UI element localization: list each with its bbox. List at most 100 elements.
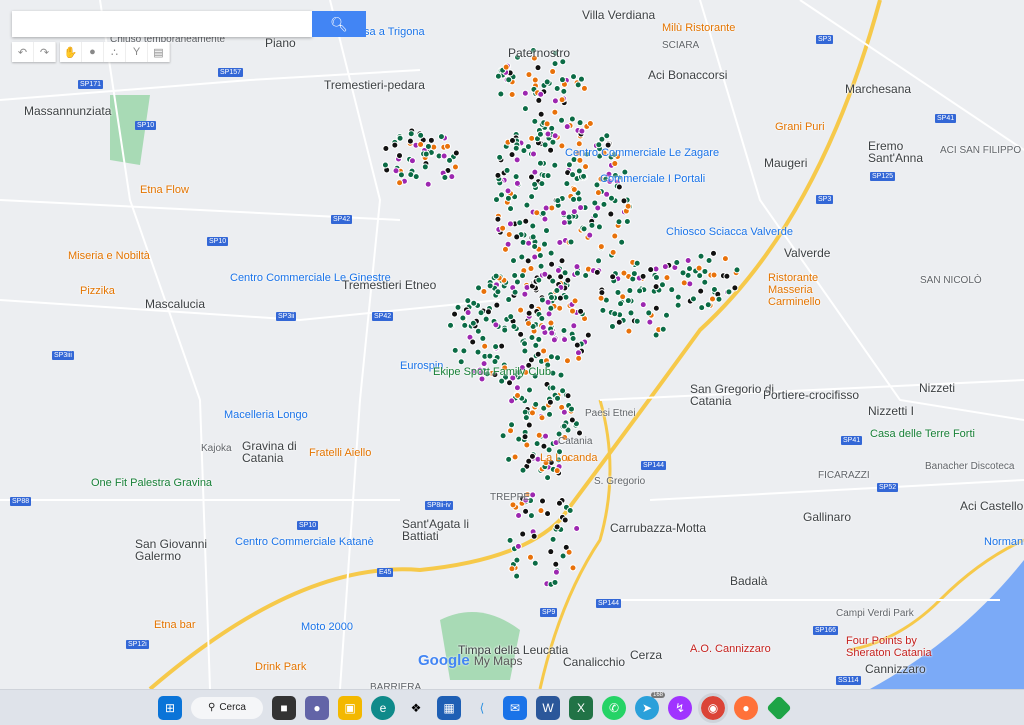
map-marker[interactable] — [547, 319, 555, 327]
map-marker[interactable] — [447, 321, 455, 329]
map-marker[interactable] — [549, 277, 557, 285]
map-marker[interactable] — [524, 257, 532, 265]
map-marker[interactable] — [560, 408, 568, 416]
map-marker[interactable] — [522, 217, 530, 225]
map-place-label[interactable]: BARRIERA — [370, 682, 421, 689]
map-marker[interactable] — [510, 322, 518, 330]
map-marker[interactable] — [646, 318, 654, 326]
map-marker[interactable] — [451, 163, 459, 171]
map-marker[interactable] — [511, 271, 519, 279]
map-marker[interactable] — [492, 272, 500, 280]
map-marker[interactable] — [513, 179, 521, 187]
telegram-icon[interactable]: ➤ 168 — [635, 691, 665, 720]
map-marker[interactable] — [520, 147, 528, 155]
map-marker[interactable] — [474, 327, 482, 335]
map-place-label[interactable]: Campi Verdi Park — [836, 608, 914, 619]
map-marker[interactable] — [451, 310, 459, 318]
map-marker[interactable] — [609, 273, 617, 281]
map-place-label[interactable]: Nizzeti — [919, 381, 955, 395]
map-place-label[interactable]: SAN NICOLÒ — [920, 275, 982, 286]
map-marker[interactable] — [689, 295, 697, 303]
map-marker[interactable] — [695, 264, 703, 272]
map-marker[interactable] — [623, 218, 631, 226]
map-marker[interactable] — [530, 532, 538, 540]
map-marker[interactable] — [556, 294, 564, 302]
map-marker[interactable] — [538, 296, 546, 304]
map-place-label[interactable]: Four Points by Sheraton Catania — [846, 635, 936, 659]
map-marker[interactable] — [577, 75, 585, 83]
map-marker[interactable] — [595, 257, 603, 265]
map-marker[interactable] — [536, 159, 544, 167]
map-marker[interactable] — [526, 386, 534, 394]
map-marker[interactable] — [626, 287, 634, 295]
map-marker[interactable] — [563, 123, 571, 131]
map-place-label[interactable]: A.O. Cannizzaro — [690, 643, 771, 655]
map-marker[interactable] — [531, 76, 539, 84]
ruler-icon[interactable]: ▤ — [148, 42, 170, 62]
map-marker[interactable] — [630, 270, 638, 278]
map-marker[interactable] — [538, 180, 546, 188]
map-marker[interactable] — [544, 130, 552, 138]
map-marker[interactable] — [551, 97, 559, 105]
map-marker[interactable] — [507, 427, 515, 435]
map-marker[interactable] — [565, 161, 573, 169]
map-marker[interactable] — [492, 196, 500, 204]
map-marker[interactable] — [584, 331, 592, 339]
map-marker[interactable] — [537, 507, 545, 515]
map-marker[interactable] — [527, 512, 535, 520]
map-marker[interactable] — [580, 225, 588, 233]
map-marker[interactable] — [533, 440, 541, 448]
map-marker[interactable] — [543, 78, 551, 86]
map-place-label[interactable]: Villa Verdiana — [582, 8, 655, 22]
map-marker[interactable] — [571, 297, 579, 305]
map-place-label[interactable]: Gallinaro — [803, 510, 851, 524]
map-place-label[interactable]: Badalà — [730, 574, 767, 588]
map-place-label[interactable]: Aci Bonaccorsi — [648, 68, 727, 82]
map-marker[interactable] — [535, 335, 543, 343]
map-marker[interactable] — [482, 315, 490, 323]
map-marker[interactable] — [499, 432, 507, 440]
directions-icon[interactable]: Y — [126, 42, 148, 62]
map-marker[interactable] — [686, 280, 694, 288]
map-place-label[interactable]: Valverde — [784, 246, 830, 260]
map-marker[interactable] — [549, 68, 557, 76]
map-marker[interactable] — [518, 253, 526, 261]
map-marker[interactable] — [503, 166, 511, 174]
map-marker[interactable] — [491, 358, 499, 366]
map-marker[interactable] — [553, 287, 561, 295]
whatsapp-icon[interactable]: ✆ — [602, 695, 626, 720]
teams-icon[interactable]: ● — [305, 695, 329, 720]
hand-icon[interactable]: ✋ — [60, 42, 82, 62]
map-place-label[interactable]: Milù Ristorante — [662, 22, 735, 34]
map-marker[interactable] — [492, 321, 500, 329]
map-place-label[interactable]: Marchesana — [845, 82, 911, 96]
map-marker[interactable] — [475, 284, 483, 292]
map-marker[interactable] — [633, 259, 641, 267]
map-marker[interactable] — [406, 137, 414, 145]
map-marker[interactable] — [469, 319, 477, 327]
map-place-label[interactable]: Paternostro — [508, 46, 570, 60]
map-marker[interactable] — [659, 325, 667, 333]
map-place-label[interactable]: Normanno-Sve — [984, 536, 1024, 548]
map-marker[interactable] — [639, 272, 647, 280]
map-marker[interactable] — [548, 124, 556, 132]
map-marker[interactable] — [562, 293, 570, 301]
map-marker[interactable] — [407, 130, 415, 138]
map-marker[interactable] — [569, 171, 577, 179]
map-marker[interactable] — [397, 171, 405, 179]
map-marker[interactable] — [570, 195, 578, 203]
map-marker[interactable] — [479, 334, 487, 342]
map-marker[interactable] — [480, 287, 488, 295]
map-marker[interactable] — [658, 281, 666, 289]
map-marker[interactable] — [470, 299, 478, 307]
map-place-label[interactable]: Sant'Agata li Battiati — [402, 518, 492, 542]
map-place-label[interactable]: Commerciale I Portali — [600, 173, 705, 185]
map-marker[interactable] — [560, 326, 568, 334]
map-marker[interactable] — [532, 400, 540, 408]
map-marker[interactable] — [575, 140, 583, 148]
map-marker[interactable] — [608, 322, 616, 330]
map-marker[interactable] — [674, 301, 682, 309]
map-marker[interactable] — [452, 149, 460, 157]
map-marker[interactable] — [543, 120, 551, 128]
map-marker[interactable] — [550, 336, 558, 344]
